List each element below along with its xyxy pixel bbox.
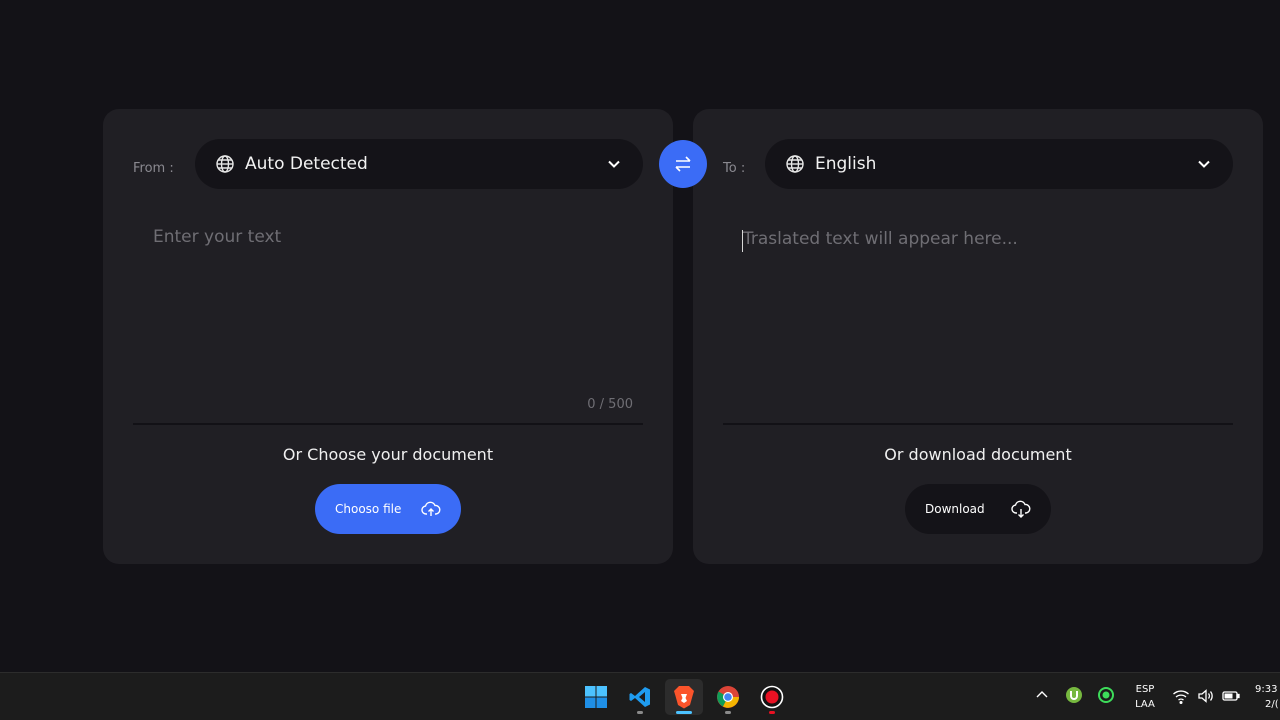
cloud-download-icon — [1011, 499, 1031, 519]
network-button[interactable] — [1172, 688, 1190, 704]
taskbar-app-chrome[interactable] — [709, 679, 747, 715]
swap-languages-button[interactable] — [659, 140, 707, 188]
source-language-select[interactable]: Auto Detected — [195, 139, 643, 189]
tray-utorrent[interactable] — [1065, 686, 1083, 704]
globe-icon — [215, 154, 235, 174]
taskbar-app-brave[interactable] — [665, 679, 703, 715]
chrome-icon — [716, 685, 740, 709]
tray-status[interactable] — [1097, 686, 1115, 704]
running-indicator — [725, 711, 731, 714]
running-indicator — [637, 711, 643, 714]
start-button[interactable] — [577, 679, 615, 715]
download-document-title: Or download document — [884, 445, 1072, 464]
source-text-input[interactable] — [133, 227, 643, 402]
divider — [133, 423, 643, 425]
choose-file-label: Chooso file — [335, 502, 402, 516]
taskbar-app-vscode[interactable] — [621, 679, 659, 715]
choose-document-title: Or Choose your document — [282, 445, 494, 464]
download-button[interactable]: Download — [905, 484, 1051, 534]
chevron-up-icon — [1034, 687, 1050, 703]
clock-time: 9:33 — [1255, 684, 1278, 695]
start-icon — [584, 685, 608, 709]
globe-icon — [785, 154, 805, 174]
translated-text-output[interactable]: Traslated text will appear here... — [723, 229, 1233, 404]
show-hidden-icons-button[interactable] — [1034, 687, 1050, 703]
to-label: To : — [723, 161, 746, 176]
swap-arrows-icon — [672, 153, 694, 175]
clock-date: 2/( — [1265, 699, 1279, 710]
character-counter: 0 / 500 — [587, 397, 633, 412]
battery-button[interactable] — [1222, 688, 1240, 704]
record-icon — [760, 685, 784, 709]
clock[interactable]: 9:33 2/( — [1255, 682, 1279, 712]
vscode-icon — [628, 685, 652, 709]
taskbar: ESP LAA 9:33 2/( — [0, 672, 1280, 720]
target-language-select[interactable]: English — [765, 139, 1233, 189]
volume-button[interactable] — [1197, 688, 1215, 704]
taskbar-app-recorder[interactable] — [753, 679, 791, 715]
brave-icon — [673, 685, 695, 709]
divider — [723, 423, 1233, 425]
target-language-value: English — [815, 154, 877, 174]
input-language-code: ESP — [1135, 684, 1155, 695]
battery-charging-icon — [1222, 688, 1240, 704]
utorrent-icon — [1065, 686, 1083, 704]
from-label: From : — [133, 161, 174, 176]
status-circle-icon — [1097, 686, 1115, 704]
source-panel: From : Auto Detected 0 / 500 Or Choose y… — [103, 109, 673, 564]
chevron-down-icon — [605, 155, 623, 173]
input-language-indicator[interactable]: ESP LAA — [1130, 682, 1160, 712]
choose-file-button[interactable]: Chooso file — [315, 484, 461, 534]
wifi-icon — [1172, 688, 1190, 704]
target-panel: To : English Traslated text will appear … — [693, 109, 1263, 564]
chevron-down-icon — [1195, 155, 1213, 173]
keyboard-layout-code: LAA — [1135, 699, 1155, 710]
text-caret — [742, 230, 743, 252]
source-language-value: Auto Detected — [245, 154, 368, 174]
running-indicator — [769, 711, 775, 714]
speaker-icon — [1197, 688, 1215, 704]
active-indicator — [676, 711, 692, 714]
translator-app: From : Auto Detected 0 / 500 Or Choose y… — [0, 0, 1280, 672]
cloud-upload-icon — [421, 499, 441, 519]
download-label: Download — [925, 502, 985, 516]
